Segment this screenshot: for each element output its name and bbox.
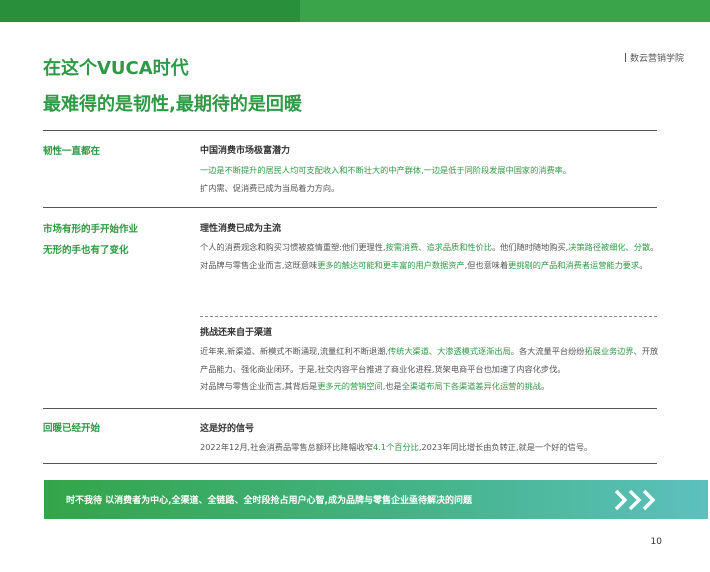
text-run: 。 <box>639 259 648 270</box>
text-run: 。 <box>650 242 659 252</box>
text-run: ,也是 <box>382 381 402 391</box>
triple-chevron-right-icon <box>614 489 656 511</box>
brand-name: 数云营销学院 <box>629 54 684 64</box>
top-color-bar <box>0 0 710 22</box>
highlight-text: 按需消费、追求品质和性价比 <box>385 242 492 252</box>
section2-block2-paragraph1: 近年来,新渠道、新模式不断涌现,流量红利不断退潮,传统大渠道、大渗透模式逐渐出局… <box>200 343 660 378</box>
section2-dashed-divider <box>200 316 657 317</box>
section2-block2: 挑战还来自于渠道 近年来,新渠道、新模式不断涌现,流量红利不断退潮,传统大渠道、… <box>200 326 660 396</box>
top-color-bar-dark <box>0 0 300 22</box>
section1-content: 中国消费市场极富潜力 一边是不断提升的居民人均可支配收入和不断壮大的中产群体,一… <box>200 144 660 197</box>
section3-label: 回暖已经开始 <box>43 423 101 434</box>
section1-paragraph1: 一边是不断提升的居民人均可支配收入和不断壮大的中产群体,一边是低于同阶段发展中国… <box>200 165 572 175</box>
section3-top-rule <box>43 408 657 409</box>
conclusion-banner: 时不我待 以消费者为中心,全渠道、全链路、全时段抢占用户心智,成为品牌与零售企业… <box>44 480 708 519</box>
section2-block1: 理性消费已成为主流 个人的消费观念和购买习惯被疫情重塑:他们更理性,按需消费、追… <box>200 222 660 274</box>
section2-label-line2: 无形的手也有了变化 <box>43 245 129 256</box>
page-title-line2: 最难得的是韧性,最期待的是回暖 <box>43 94 302 115</box>
highlight-text: 更多元的营销空间 <box>317 381 383 391</box>
section3-heading: 这是好的信号 <box>200 424 255 434</box>
highlight-text: 拓展业务边界 <box>584 346 634 356</box>
highlight-text: 决策路径被细化、分散 <box>568 242 651 252</box>
section1-label: 韧性一直都在 <box>43 146 101 157</box>
section2-block1-paragraph2: 对品牌与零售企业而言,这既意味更多的触达可能和更丰富的用户数据资产,但也意味着更… <box>200 257 660 275</box>
section2-block2-paragraph2: 对品牌与零售企业而言,其背后是更多元的营销空间,也是全渠道布局下各渠道差异化运营… <box>200 378 660 396</box>
section1-paragraph2: 扩内需、促消费已成为当局着力方向。 <box>200 182 340 193</box>
text-run: ,但也意味着 <box>464 259 509 270</box>
brand-divider <box>624 53 626 62</box>
section3-bottom-rule <box>43 463 657 464</box>
text-run: 个人的消费观念和购买习惯被疫情重塑:他们更理性, <box>200 242 386 252</box>
page-title-line1: 在这个VUCA时代 <box>43 58 189 79</box>
page-number: 10 <box>650 537 662 547</box>
section2-label-line1: 市场有形的手开始作业 <box>43 224 139 235</box>
section3-content: 这是好的信号 2022年12月,社会消费品零售总额环比降幅收窄4.1个百分比,2… <box>200 422 660 457</box>
highlight-text: 全渠道布局下各渠道差异化运营的挑战 <box>401 381 541 391</box>
highlight-text: 4.1个百分比 <box>373 442 419 452</box>
text-run: ,2023年同比增长由负转正,就是一个好的信号。 <box>418 442 593 452</box>
brand-label: 数云营销学院 <box>624 51 684 64</box>
text-run: 对品牌与零售企业而言,这既意味 <box>200 259 318 270</box>
highlight-text: 更多的触达可能和更丰富的用户数据资产 <box>317 259 465 270</box>
highlight-text: 传统大渠道、大渗透模式逐渐出局 <box>387 346 511 356</box>
section1-heading: 中国消费市场极富潜力 <box>200 146 291 156</box>
section3-paragraph1: 2022年12月,社会消费品零售总额环比降幅收窄4.1个百分比,2023年同比增… <box>200 439 660 457</box>
text-run: 2022年12月,社会消费品零售总额环比降幅收窄 <box>200 442 374 452</box>
section2-block2-heading: 挑战还来自于渠道 <box>200 328 273 338</box>
text-run: 。他们随时随地购买, <box>491 242 569 252</box>
text-run: 。各大流量平台纷纷 <box>510 346 585 356</box>
highlight-text: 更挑剔的产品和消费者运营能力要求 <box>508 259 640 270</box>
banner-text: 时不我待 以消费者为中心,全渠道、全链路、全时段抢占用户心智,成为品牌与零售企业… <box>66 496 472 506</box>
text-run: 。 <box>540 381 550 391</box>
text-run: 对品牌与零售企业而言,其背后是 <box>200 381 318 391</box>
text-run: 近年来,新渠道、新模式不断涌现,流量红利不断退潮, <box>200 346 388 356</box>
section1-top-rule <box>43 130 657 131</box>
section2-block1-paragraph1: 个人的消费观念和购买习惯被疫情重塑:他们更理性,按需消费、追求品质和性价比。他们… <box>200 239 660 257</box>
section2-top-rule <box>43 207 657 208</box>
section2-block1-heading: 理性消费已成为主流 <box>200 224 282 234</box>
